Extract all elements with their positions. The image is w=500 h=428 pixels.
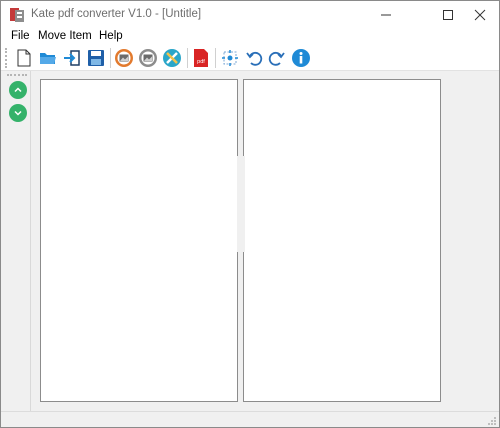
open-folder-icon bbox=[40, 53, 56, 64]
move-up-button[interactable] bbox=[9, 81, 27, 99]
info-icon bbox=[292, 49, 310, 67]
tools-icon bbox=[163, 49, 181, 67]
image-orange-icon bbox=[115, 49, 133, 67]
info-button[interactable] bbox=[290, 47, 312, 69]
fit-view-icon bbox=[222, 50, 238, 66]
window-title: Kate pdf converter V1.0 - [Untitle] bbox=[31, 8, 202, 20]
import-button[interactable] bbox=[61, 47, 83, 69]
toolbar-separator bbox=[187, 48, 188, 68]
app-window: Kate pdf converter V1.0 - [Untitle] File… bbox=[0, 0, 500, 428]
pdf-badge-text: pdf bbox=[197, 59, 205, 65]
minimize-icon bbox=[381, 14, 391, 16]
image-gray-icon bbox=[139, 49, 157, 67]
menu-help[interactable]: Help bbox=[99, 30, 123, 42]
menu-bar: File Move Item Help bbox=[1, 29, 499, 45]
move-down-button[interactable] bbox=[9, 104, 27, 122]
undo-icon bbox=[246, 51, 263, 66]
status-bar bbox=[1, 411, 499, 427]
toolbar: pdf bbox=[1, 45, 499, 71]
toolbar-grip[interactable] bbox=[5, 48, 7, 68]
close-button[interactable] bbox=[457, 1, 500, 29]
panel-splitter[interactable] bbox=[237, 156, 245, 252]
toolbar-separator bbox=[215, 48, 216, 68]
image-button-gray[interactable] bbox=[137, 47, 159, 69]
tools-button[interactable] bbox=[161, 47, 183, 69]
move-up-icon bbox=[14, 87, 22, 93]
save-icon bbox=[88, 50, 104, 66]
import-icon bbox=[64, 50, 80, 66]
new-button[interactable] bbox=[13, 47, 35, 69]
pdf-icon: pdf bbox=[194, 49, 208, 67]
resize-grip-icon[interactable] bbox=[487, 415, 497, 425]
pdf-button[interactable]: pdf bbox=[190, 47, 212, 69]
redo-icon bbox=[268, 51, 285, 66]
open-button[interactable] bbox=[37, 47, 59, 69]
side-panel bbox=[3, 71, 31, 411]
toolbar-separator bbox=[110, 48, 111, 68]
side-panel-grip[interactable] bbox=[7, 74, 27, 76]
menu-file[interactable]: File bbox=[11, 30, 30, 42]
undo-button[interactable] bbox=[243, 47, 265, 69]
image-button-orange[interactable] bbox=[113, 47, 135, 69]
new-document-icon bbox=[17, 49, 31, 67]
left-page-panel[interactable] bbox=[40, 79, 238, 402]
title-bar[interactable]: Kate pdf converter V1.0 - [Untitle] bbox=[1, 1, 499, 29]
app-logo-icon bbox=[9, 7, 25, 23]
maximize-icon bbox=[443, 10, 453, 20]
workspace bbox=[32, 71, 499, 411]
fit-view-button[interactable] bbox=[219, 47, 241, 69]
minimize-button[interactable] bbox=[363, 1, 409, 29]
menu-move-item[interactable]: Move Item bbox=[38, 30, 92, 42]
move-down-icon bbox=[14, 110, 22, 116]
close-icon bbox=[474, 9, 486, 21]
right-page-panel[interactable] bbox=[243, 79, 441, 402]
save-button[interactable] bbox=[85, 47, 107, 69]
redo-button[interactable] bbox=[266, 47, 288, 69]
